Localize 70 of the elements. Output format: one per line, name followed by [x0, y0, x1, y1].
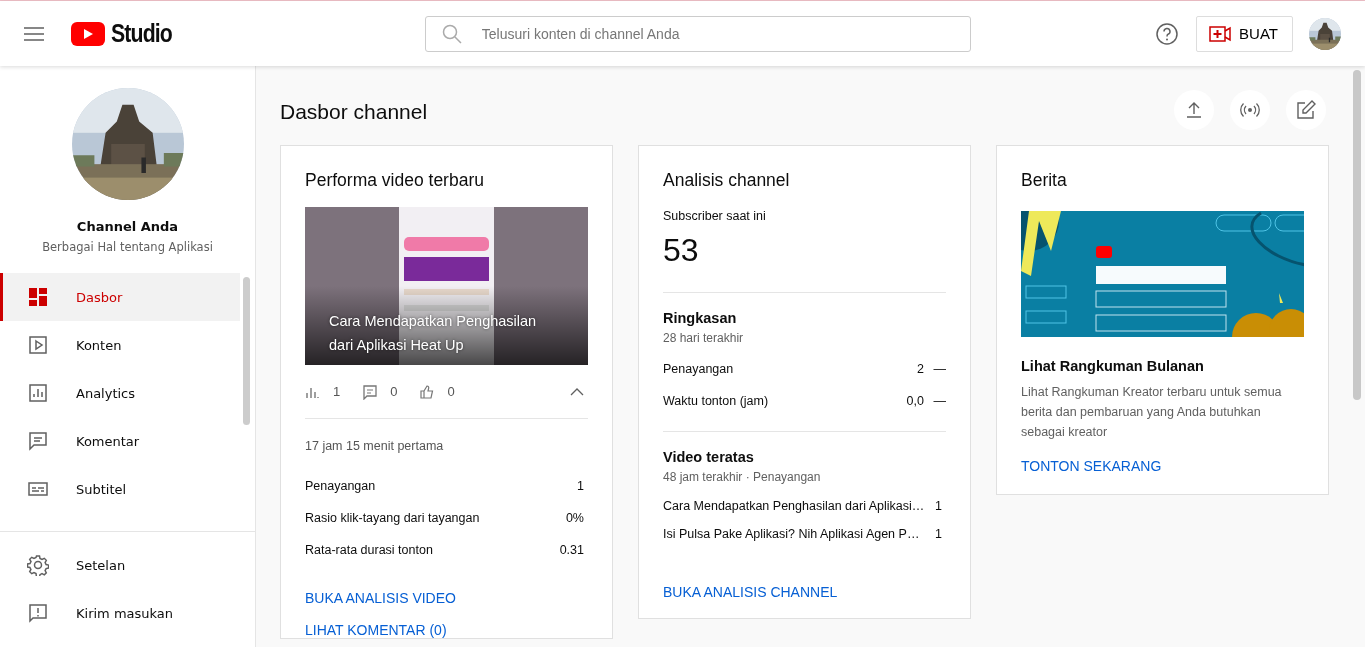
search-field[interactable]: Telusuri konten di channel Anda	[424, 15, 971, 52]
sidebar-item[interactable]: Setelan	[0, 541, 240, 589]
stat-count: 0	[447, 384, 455, 399]
page-title: Dasbor channel	[280, 99, 429, 124]
edit-icon	[1296, 100, 1316, 120]
card-title: Berita	[1021, 170, 1068, 191]
card-title: Performa video terbaru	[305, 170, 485, 191]
metric-label: Penayangan	[305, 479, 376, 493]
view-count: 1	[935, 527, 942, 541]
dashboard-icon	[27, 286, 49, 308]
metric-label: Rata-rata durasi tonton	[305, 543, 433, 557]
video-link[interactable]: Isi Pulsa Pake Aplikasi? Nih Aplikasi Agen P…	[663, 527, 920, 541]
search-icon	[441, 23, 462, 44]
subscriber-label: Subscriber saat ini	[663, 209, 767, 223]
news-headline: Lihat Rangkuman Bulanan	[1021, 358, 1205, 374]
feedback-icon	[27, 602, 49, 624]
metric-value: 0%	[565, 511, 584, 525]
upload-icon	[1184, 100, 1204, 120]
channel-name: Channel Anda	[76, 219, 179, 234]
news-description: Lihat Rangkuman Kreator terbaru untuk semua berita dan pembaruan yang Anda butuhkan sebagai kreator	[1021, 384, 1283, 441]
channel-description: Berbagai Hal tentang Aplikasi	[42, 240, 213, 254]
menu-icon[interactable]	[24, 26, 44, 41]
bar-chart-icon	[27, 382, 49, 404]
trend-dash: —	[932, 394, 946, 408]
sidebar-item[interactable]: Analytics	[0, 369, 240, 417]
sidebar-item[interactable]: Konten	[0, 321, 240, 369]
subscriber-count: 53	[663, 232, 946, 293]
section-title: Ringkasan	[663, 310, 738, 326]
view-count: 1	[935, 499, 942, 513]
sidebar-item[interactable]: Komentar	[0, 417, 240, 465]
play-square-icon	[27, 334, 49, 356]
create-button[interactable]: BUAT	[1196, 15, 1293, 52]
sidebar-item[interactable]: Kirim masukan	[0, 589, 240, 637]
play-logo-icon	[71, 21, 105, 46]
sidebar-item[interactable]: Subtitel	[0, 465, 240, 513]
link[interactable]: BUKA ANALISIS VIDEO	[305, 590, 588, 606]
live-broadcast-button[interactable]	[1230, 90, 1270, 130]
help-icon[interactable]	[1156, 22, 1179, 45]
stat-count: 0	[390, 384, 398, 399]
logo-text: Studio	[111, 19, 172, 48]
trend-dash: —	[932, 362, 946, 376]
period-label: 28 hari terakhir	[663, 331, 745, 345]
link[interactable]: TONTON SEKARANG	[1021, 458, 1304, 474]
scrollbar-thumb[interactable]	[1353, 70, 1361, 400]
period-label: 17 jam 15 menit pertama	[305, 439, 445, 453]
metric-label: Waktu tonton (jam)	[663, 394, 770, 408]
video-plus-icon	[1209, 25, 1232, 42]
card-title: Analisis channel	[663, 170, 791, 191]
comment-icon	[362, 383, 379, 400]
section-title: Video teratas	[663, 449, 755, 465]
metric-value: 0.31	[559, 543, 584, 557]
metric-label: Penayangan	[663, 362, 735, 376]
comment-icon	[27, 430, 49, 452]
collapse-caret-icon[interactable]	[570, 387, 584, 396]
sidebar-item[interactable]: Dasbor	[0, 273, 240, 321]
scrollbar-thumb[interactable]	[243, 277, 250, 425]
video-link[interactable]: Cara Mendapatkan Penghasilan dari Aplikasi…	[663, 499, 925, 513]
metric-value: 0,0	[906, 394, 924, 408]
link[interactable]: BUKA ANALISIS CHANNEL	[663, 584, 946, 600]
link[interactable]: LIHAT KOMENTAR (0)	[305, 622, 588, 638]
live-broadcast-icon	[1240, 100, 1260, 120]
upload-button[interactable]	[1174, 90, 1214, 130]
stat-count: 1	[333, 384, 341, 399]
metric-value: 2	[917, 362, 924, 376]
thumbs-up-icon	[419, 383, 436, 400]
metric-value: 1	[577, 479, 584, 493]
edit-button[interactable]	[1286, 90, 1326, 130]
period-label: 48 jam terakhir · Penayangan	[663, 470, 822, 484]
settings-icon	[27, 554, 49, 576]
metric-label: Rasio klik-tayang dari tayangan	[305, 511, 480, 525]
